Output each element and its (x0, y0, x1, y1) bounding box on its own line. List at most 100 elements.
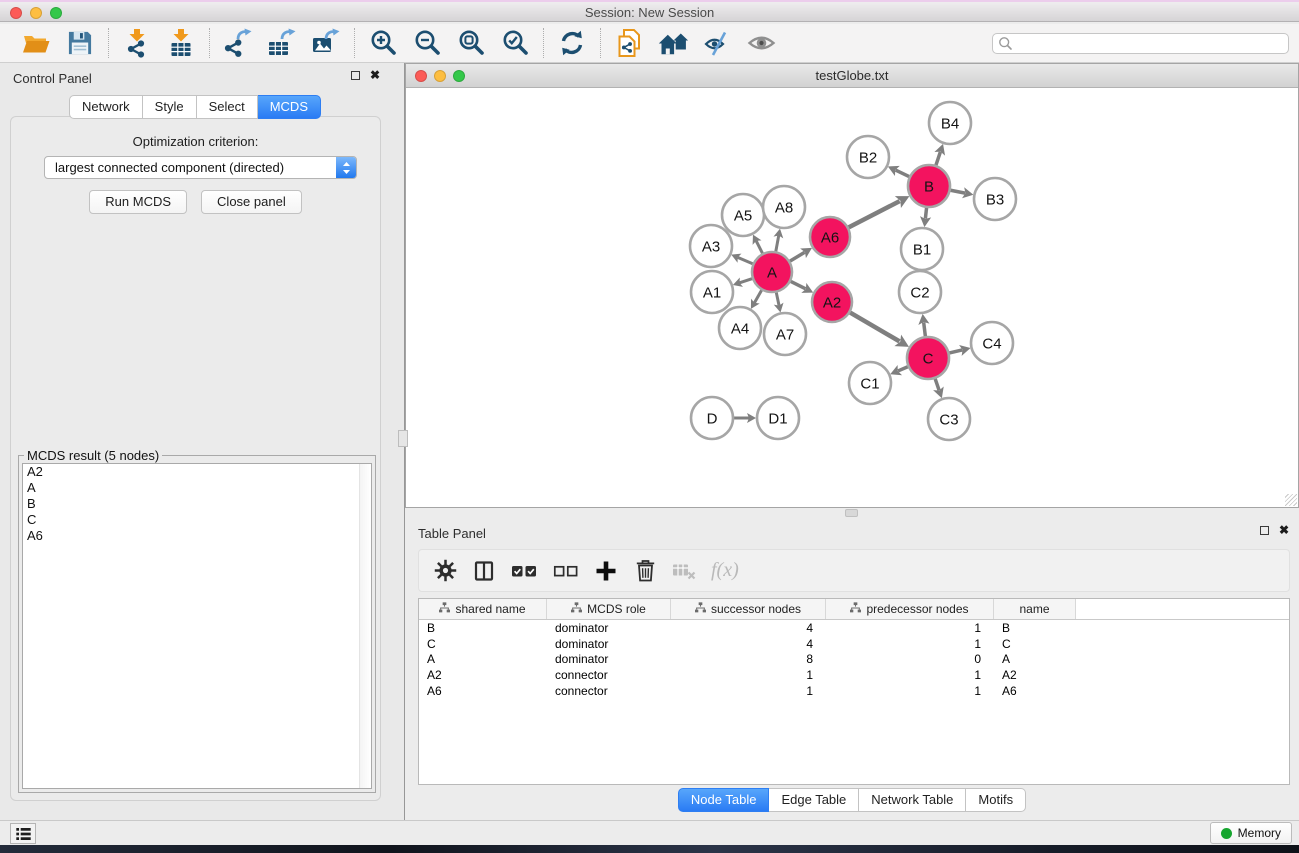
table-cell: dominator (547, 621, 671, 635)
result-list-item[interactable]: A6 (23, 528, 371, 544)
horizontal-divider[interactable] (405, 508, 1299, 518)
table-settings-icon[interactable] (433, 559, 457, 582)
table-row[interactable]: A6connector11A6 (419, 683, 1289, 699)
network-canvas[interactable]: AA1A2A3A4A5A6A7A8BB1B2B3B4CC1C2C3C4DD1 (406, 88, 1298, 507)
mcds-result-list[interactable]: A2ABCA6 (22, 463, 372, 789)
close-panel-button[interactable]: Close panel (201, 190, 302, 214)
delete-table-icon[interactable] (672, 561, 696, 581)
tree-icon (571, 602, 582, 616)
table-row[interactable]: Adominator80A (419, 651, 1289, 667)
open-session-icon[interactable] (18, 26, 54, 60)
task-history-button[interactable] (10, 823, 36, 844)
result-list-item[interactable]: B (23, 496, 371, 512)
tab-motifs[interactable]: Motifs (966, 788, 1026, 812)
select-all-icon[interactable] (511, 562, 538, 580)
eye-icon[interactable] (743, 26, 779, 60)
graph-node-label: D1 (768, 410, 787, 427)
tree-icon (439, 602, 450, 616)
column-header-name[interactable]: name (994, 599, 1076, 619)
node-table[interactable]: shared nameMCDS rolesuccessor nodesprede… (418, 598, 1290, 785)
zoom-in-icon[interactable] (365, 26, 401, 60)
graph-edge-B-B2[interactable] (896, 170, 910, 176)
zoom-selected-icon[interactable] (497, 26, 533, 60)
refresh-layout-icon[interactable] (554, 26, 590, 60)
tab-select[interactable]: Select (197, 95, 258, 119)
desktop-background (0, 845, 1299, 853)
tab-node-table[interactable]: Node Table (678, 788, 770, 812)
tab-network[interactable]: Network (69, 95, 143, 119)
graph-edge-A-A4[interactable] (754, 290, 761, 303)
graph-edge-C-C4[interactable] (949, 350, 962, 353)
export-network-icon[interactable] (220, 26, 256, 60)
function-builder-icon[interactable]: f(x) (711, 559, 739, 582)
criterion-dropdown[interactable]: largest connected component (directed) (44, 156, 357, 179)
graph-edge-A-A2[interactable] (791, 281, 806, 288)
column-header-shared-name[interactable]: shared name (419, 599, 547, 619)
table-cell: A6 (994, 684, 1076, 698)
graph-edge-B-B4[interactable] (936, 152, 940, 165)
zoom-out-icon[interactable] (409, 26, 445, 60)
run-mcds-button[interactable]: Run MCDS (89, 190, 187, 214)
column-header-predecessor-nodes[interactable]: predecessor nodes (826, 599, 994, 619)
search-box (992, 33, 1289, 54)
delete-column-icon[interactable] (633, 559, 657, 582)
memory-status-icon (1221, 828, 1232, 839)
split-grip-vertical[interactable] (398, 430, 408, 447)
graph-edge-A-A3[interactable] (738, 257, 753, 263)
table-panel-title: Table Panel (418, 526, 486, 541)
import-table-icon[interactable] (163, 26, 199, 60)
network-window-titlebar[interactable]: testGlobe.txt (406, 64, 1298, 88)
import-network-icon[interactable] (119, 26, 155, 60)
graph-edge-C-C1[interactable] (898, 367, 908, 371)
graph-edge-C-C2[interactable] (924, 322, 926, 336)
result-list-item[interactable]: A (23, 480, 371, 496)
graph-edge-A-A6[interactable] (790, 252, 805, 261)
graph-edge-A-A7[interactable] (776, 293, 779, 306)
graph-edge-A6-B[interactable] (849, 201, 900, 227)
column-header-successor-nodes[interactable]: successor nodes (671, 599, 826, 619)
clone-network-icon[interactable] (611, 26, 647, 60)
save-session-icon[interactable] (62, 26, 98, 60)
tab-network-table[interactable]: Network Table (859, 788, 966, 812)
graph-edge-C-C3[interactable] (935, 379, 939, 390)
graph-node-label: C3 (939, 411, 958, 428)
split-grip-horizontal[interactable] (845, 509, 858, 517)
export-table-icon[interactable] (264, 26, 300, 60)
tree-icon (850, 602, 861, 616)
export-image-icon[interactable] (308, 26, 344, 60)
close-table-panel-icon[interactable]: ✖ (1279, 526, 1289, 535)
column-header-MCDS-role[interactable]: MCDS role (547, 599, 671, 619)
add-column-icon[interactable] (594, 560, 618, 582)
visibility-off-icon[interactable] (699, 26, 735, 60)
table-row[interactable]: Bdominator41B (419, 620, 1289, 636)
graph-node-label: A7 (776, 326, 794, 343)
close-panel-icon[interactable]: ✖ (370, 71, 380, 80)
graph-edge-B-B3[interactable] (951, 190, 965, 193)
tab-style[interactable]: Style (143, 95, 197, 119)
zoom-fit-icon[interactable] (453, 26, 489, 60)
graph-node-label: A1 (703, 284, 721, 301)
graph-edge-A-A8[interactable] (776, 236, 779, 252)
float-table-panel-icon[interactable] (1260, 526, 1269, 535)
optimization-criterion-label: Optimization criterion: (11, 134, 380, 149)
result-list-scrollbar[interactable] (359, 464, 371, 788)
result-list-item[interactable]: A2 (23, 464, 371, 480)
graph-edge-A2-C[interactable] (850, 313, 899, 342)
memory-button[interactable]: Memory (1210, 822, 1292, 844)
result-list-item[interactable]: C (23, 512, 371, 528)
table-cell: 1 (671, 668, 826, 682)
tab-mcds[interactable]: MCDS (258, 95, 321, 119)
graph-edge-B-B1[interactable] (925, 208, 926, 219)
deselect-all-icon[interactable] (553, 562, 579, 580)
column-visibility-icon[interactable] (472, 560, 496, 582)
home-icon[interactable] (655, 26, 691, 60)
graph-edge-A-A1[interactable] (740, 279, 753, 283)
table-row[interactable]: Cdominator41C (419, 636, 1289, 652)
graph-edge-A-A5[interactable] (756, 241, 762, 253)
table-cell: B (994, 621, 1076, 635)
float-panel-icon[interactable] (351, 71, 360, 80)
table-row[interactable]: A2connector11A2 (419, 667, 1289, 683)
network-resize-grip[interactable] (1285, 494, 1297, 506)
tab-edge-table[interactable]: Edge Table (769, 788, 859, 812)
search-input[interactable] (992, 33, 1289, 54)
